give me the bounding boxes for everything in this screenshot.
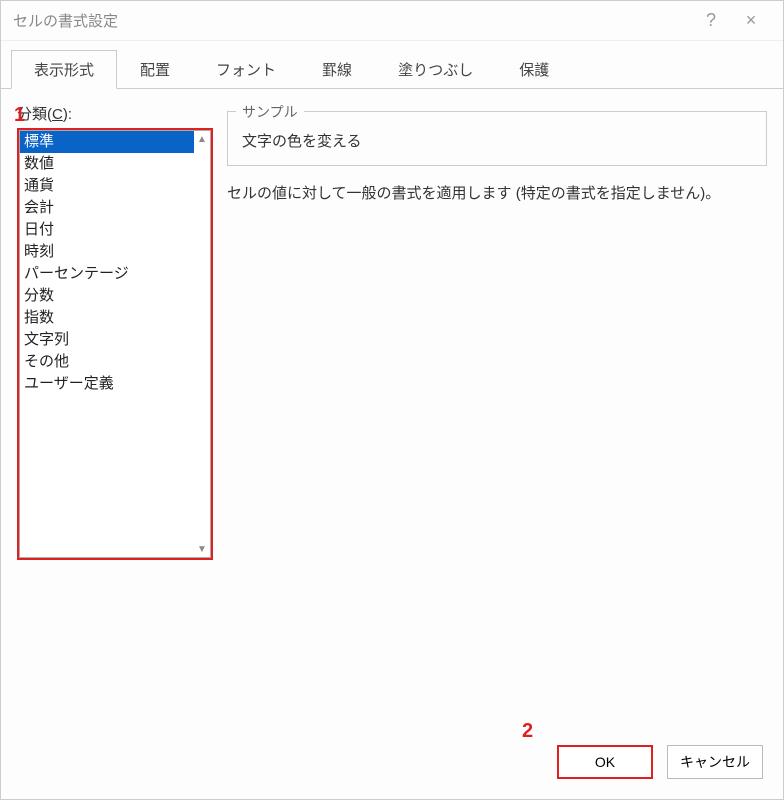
tab-fill[interactable]: 塗りつぶし	[375, 50, 496, 89]
tab-border[interactable]: 罫線	[299, 50, 375, 89]
category-scrollbar[interactable]: ▲ ▼	[194, 131, 210, 557]
category-label-suffix: ):	[63, 106, 72, 123]
tab-protection[interactable]: 保護	[496, 50, 572, 89]
tab-strip: 表示形式 配置 フォント 罫線 塗りつぶし 保護	[1, 41, 783, 89]
help-button[interactable]: ?	[691, 10, 731, 31]
tab-alignment[interactable]: 配置	[117, 50, 193, 89]
content-area: 分類(C): 標準 数値 通貨 会計 日付 時刻 パーセンテージ 分数 指数 文…	[1, 89, 783, 729]
titlebar: セルの書式設定 ? ×	[1, 1, 783, 41]
category-item-text[interactable]: 文字列	[20, 329, 194, 351]
tab-number-format[interactable]: 表示形式	[11, 50, 117, 89]
category-label-prefix: 分類(	[17, 106, 52, 123]
ok-button[interactable]: OK	[557, 745, 653, 779]
format-cells-dialog: セルの書式設定 ? × 表示形式 配置 フォント 罫線 塗りつぶし 保護 分類(…	[0, 0, 784, 800]
category-item-standard[interactable]: 標準	[20, 131, 194, 153]
category-item-custom[interactable]: ユーザー定義	[20, 373, 194, 395]
sample-value: 文字の色を変える	[242, 130, 752, 151]
category-item-time[interactable]: 時刻	[20, 241, 194, 263]
category-label-accel: C	[52, 106, 63, 123]
sample-fieldset: サンプル 文字の色を変える	[227, 111, 767, 166]
category-item-number[interactable]: 数値	[20, 153, 194, 175]
category-item-fraction[interactable]: 分数	[20, 285, 194, 307]
close-button[interactable]: ×	[731, 10, 771, 31]
scroll-up-icon[interactable]: ▲	[194, 131, 210, 147]
cancel-button[interactable]: キャンセル	[667, 745, 763, 779]
dialog-title: セルの書式設定	[13, 10, 691, 31]
category-item-currency[interactable]: 通貨	[20, 175, 194, 197]
category-item-special[interactable]: その他	[20, 351, 194, 373]
format-description: セルの値に対して一般の書式を適用します (特定の書式を指定しません)。	[227, 182, 767, 203]
category-item-date[interactable]: 日付	[20, 219, 194, 241]
category-item-percentage[interactable]: パーセンテージ	[20, 263, 194, 285]
tab-font[interactable]: フォント	[193, 50, 299, 89]
category-item-accounting[interactable]: 会計	[20, 197, 194, 219]
details-column: サンプル 文字の色を変える セルの値に対して一般の書式を適用します (特定の書式…	[227, 103, 767, 715]
category-listbox[interactable]: 標準 数値 通貨 会計 日付 時刻 パーセンテージ 分数 指数 文字列 その他 …	[19, 130, 211, 558]
scroll-down-icon[interactable]: ▼	[194, 541, 210, 557]
category-label: 分類(C):	[17, 103, 213, 124]
sample-legend: サンプル	[236, 102, 304, 122]
category-item-scientific[interactable]: 指数	[20, 307, 194, 329]
category-list-highlight: 標準 数値 通貨 会計 日付 時刻 パーセンテージ 分数 指数 文字列 その他 …	[17, 128, 213, 560]
category-column: 分類(C): 標準 数値 通貨 会計 日付 時刻 パーセンテージ 分数 指数 文…	[17, 103, 213, 715]
category-items: 標準 数値 通貨 会計 日付 時刻 パーセンテージ 分数 指数 文字列 その他 …	[20, 131, 194, 557]
footer: OK キャンセル	[1, 729, 783, 799]
